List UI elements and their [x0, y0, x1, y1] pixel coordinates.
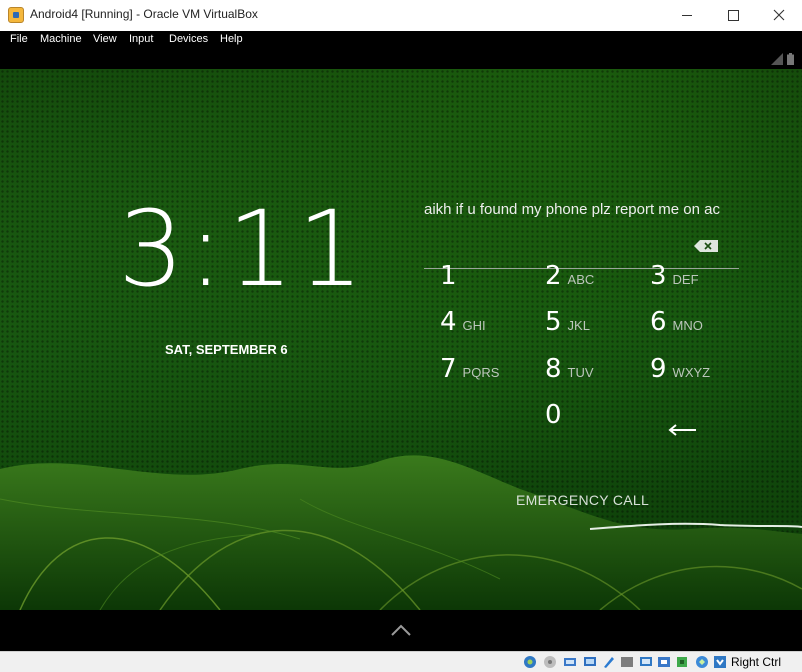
lockscreen-clock: 3:11: [118, 188, 368, 310]
menu-file[interactable]: File: [10, 33, 28, 45]
menu-machine[interactable]: Machine: [40, 33, 82, 45]
guest-additions-icon[interactable]: [695, 655, 709, 669]
leaf-image: [0, 455, 802, 610]
key-digit: 9: [650, 354, 667, 384]
emergency-call-button[interactable]: EMERGENCY CALL: [516, 492, 649, 508]
enter-icon[interactable]: [668, 423, 698, 437]
battery-icon: [787, 53, 794, 65]
menu-help[interactable]: Help: [220, 33, 243, 45]
video-capture-icon[interactable]: [657, 655, 671, 669]
key-7[interactable]: 7 PQRS: [440, 354, 499, 384]
key-4[interactable]: 4 GHI: [440, 307, 486, 337]
key-2[interactable]: 2 ABC: [545, 261, 594, 291]
key-letters: WXYZ: [672, 365, 711, 380]
window-title: Android4 [Running] - Oracle VM VirtualBo…: [30, 7, 258, 21]
key-9[interactable]: 9 WXYZ: [650, 354, 710, 384]
owner-info-text: aikh if u found my phone plz report me o…: [424, 201, 721, 218]
network-icon[interactable]: [583, 655, 597, 669]
lockscreen-wallpaper: 3:11 SAT, SEPTEMBER 6 aikh if u found my…: [0, 69, 802, 610]
key-letters: MNO: [672, 318, 703, 333]
cpu-icon[interactable]: [675, 655, 689, 669]
key-letters: TUV: [567, 365, 594, 380]
menu-view[interactable]: View: [93, 33, 117, 45]
key-letters: DEF: [672, 272, 699, 287]
close-icon: [773, 9, 785, 21]
maximize-button[interactable]: [710, 0, 756, 31]
keyboard-capture-icon[interactable]: [713, 655, 727, 669]
key-letters: ABC: [567, 272, 595, 287]
key-digit: 1: [440, 261, 457, 291]
backspace-icon[interactable]: [694, 240, 718, 252]
lockscreen-date: SAT, SEPTEMBER 6: [165, 342, 288, 357]
chevron-up-icon[interactable]: [391, 624, 411, 636]
window-titlebar: Android4 [Running] - Oracle VM VirtualBo…: [0, 0, 802, 32]
display-icon[interactable]: [620, 655, 634, 669]
key-3[interactable]: 3 DEF: [650, 261, 699, 291]
shared-folder-icon[interactable]: [602, 655, 616, 669]
screen-icon[interactable]: [639, 655, 653, 669]
key-0[interactable]: 0: [545, 400, 568, 430]
key-letters: JKL: [567, 318, 590, 333]
usb-icon[interactable]: [563, 655, 577, 669]
menu-bar: File Machine View Input Devices Help: [0, 31, 802, 49]
minimize-button[interactable]: [664, 0, 710, 31]
key-digit: 2: [545, 261, 562, 291]
key-digit: 7: [440, 354, 457, 384]
menu-input[interactable]: Input: [129, 33, 153, 45]
key-digit: 6: [650, 307, 667, 337]
key-digit: 5: [545, 307, 562, 337]
key-letters: GHI: [462, 318, 486, 333]
key-letters: PQRS: [462, 365, 500, 380]
key-6[interactable]: 6 MNO: [650, 307, 703, 337]
key-5[interactable]: 5 JKL: [545, 307, 590, 337]
key-8[interactable]: 8 TUV: [545, 354, 594, 384]
key-digit: 8: [545, 354, 562, 384]
key-1[interactable]: 1: [440, 261, 463, 291]
host-key-label: Right Ctrl: [731, 655, 782, 669]
close-button[interactable]: [756, 0, 802, 31]
android-nav-bar: [0, 610, 802, 651]
vm-display[interactable]: 3:11 SAT, SEPTEMBER 6 aikh if u found my…: [0, 49, 802, 651]
hard-disk-icon[interactable]: [523, 655, 537, 669]
vm-status-bar: Right Ctrl: [0, 651, 802, 672]
key-digit: 4: [440, 307, 457, 337]
virtualbox-icon: [8, 7, 24, 23]
optical-drive-icon[interactable]: [543, 655, 557, 669]
android-status-bar: [0, 49, 802, 69]
signal-icon: [771, 53, 783, 65]
key-digit: 0: [545, 400, 562, 430]
menu-devices[interactable]: Devices: [169, 33, 208, 45]
key-digit: 3: [650, 261, 667, 291]
